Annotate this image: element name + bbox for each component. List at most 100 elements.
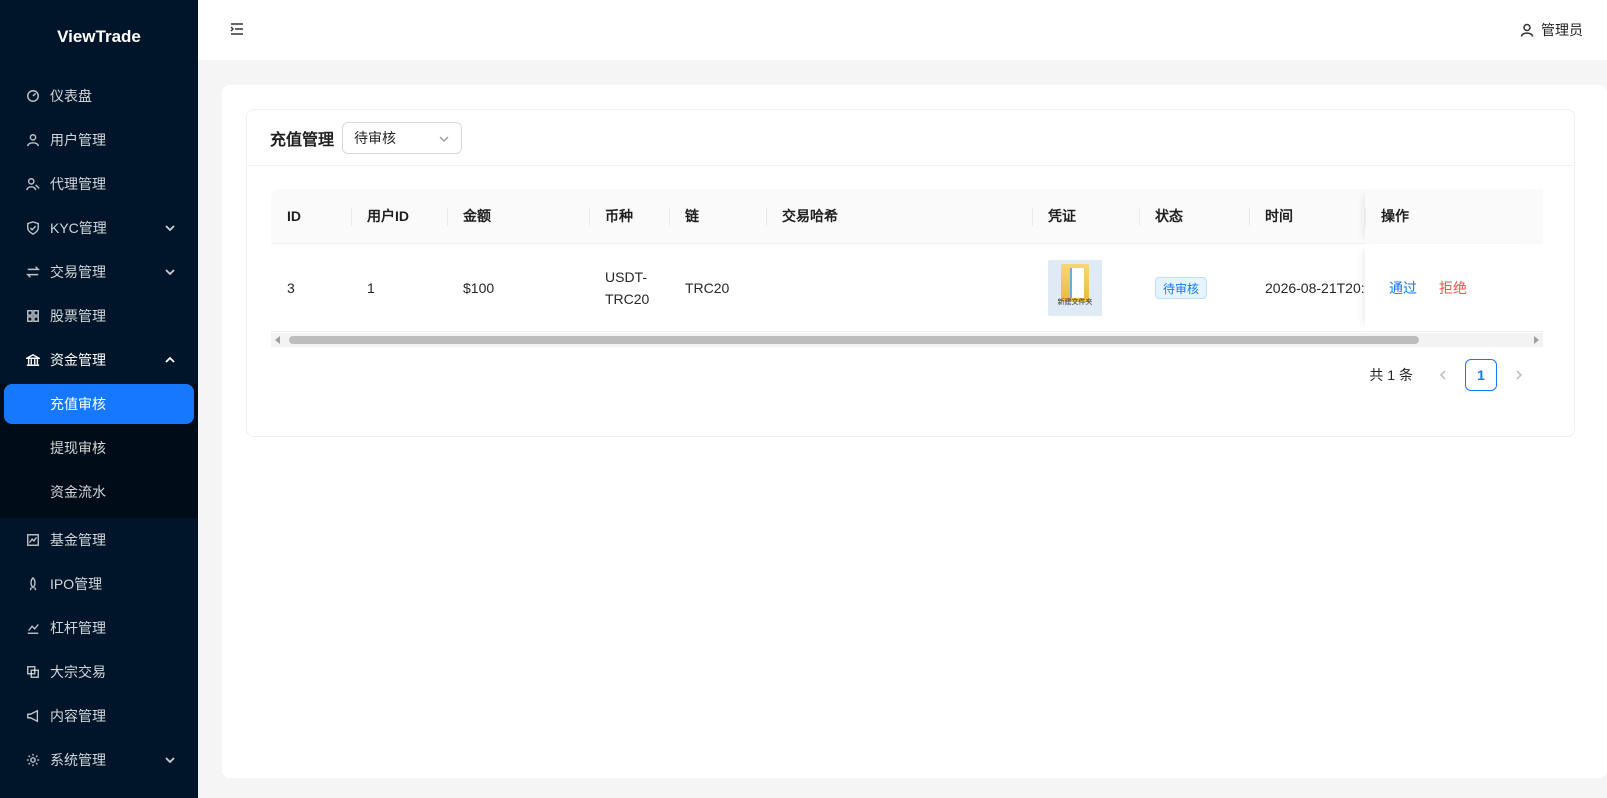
sidebar-item-fund-products[interactable]: 基金管理 [0,518,198,562]
card-header: 充值管理 待审核 [247,110,1574,166]
cell-voucher: 新建文件夹 [1032,259,1139,316]
menu-fold-icon[interactable] [230,22,244,36]
sidebar-item-funds[interactable]: 资金管理 [0,338,198,382]
sidebar-item-users[interactable]: 用户管理 [0,118,198,162]
sidebar-item-label: 代理管理 [50,176,106,192]
sidebar-item-label: 内容管理 [50,708,106,724]
page-title: 充值管理 [270,131,335,149]
top-header: 管理员 [198,0,1607,60]
currency-line: TRC20 [605,290,650,307]
sidebar-item-ipo[interactable]: IPO管理 [0,562,198,606]
horizontal-scrollbar[interactable] [271,333,1543,347]
column-header: 金额 [447,189,589,244]
sidebar-item-leverage[interactable]: 杠杆管理 [0,606,198,650]
column-header: 币种 [589,189,669,244]
sidebar-item-label: 大宗交易 [50,664,106,680]
cell-id: 3 [287,279,295,296]
prev-page-button[interactable] [1427,359,1459,391]
page-number-button[interactable]: 1 [1465,359,1497,391]
sidebar-item-label: 系统管理 [50,752,106,768]
sidebar-item-label: KYC管理 [50,220,107,236]
funds-submenu: 充值审核 提现审核 资金流水 [0,384,198,518]
sidebar-item-withdraw-review[interactable]: 提现审核 [0,426,198,470]
cell-user-id: 1 [367,279,375,296]
rocket-icon [25,576,41,592]
chevron-down-icon [164,221,176,233]
sidebar-item-block-trade[interactable]: 大宗交易 [0,650,198,694]
sidebar-item-content[interactable]: 内容管理 [0,694,198,738]
column-header: 时间 [1249,189,1371,244]
cell-chain: TRC20 [685,279,730,296]
user-name: 管理员 [1541,22,1583,38]
bank-icon [25,352,41,368]
sidebar-item-trading[interactable]: 交易管理 [0,250,198,294]
sidebar-item-label: 用户管理 [50,132,106,148]
swap-icon [25,264,41,280]
sidebar: ViewTrade 仪表盘 用户管理 代理管理 KYC管理 交易管理 股票管理 … [0,0,198,798]
table-header: ID 用户ID 金额 币种 链 交易哈希 凭证 状态 时间 操作 [271,188,1543,244]
scrollbar-thumb[interactable] [289,336,1419,344]
chevron-down-icon [164,265,176,277]
cell-amount: $100 [463,279,495,296]
chevron-down-icon [439,136,449,142]
sidebar-item-fund-flow[interactable]: 资金流水 [0,470,198,514]
next-page-button[interactable] [1503,359,1535,391]
dashboard-icon [25,88,41,104]
chevron-up-icon [164,353,176,365]
shield-icon [25,220,41,236]
column-header: 凭证 [1032,189,1139,244]
sidebar-item-label: 资金管理 [50,352,106,368]
voucher-caption: 新建文件夹 [1057,298,1093,306]
status-filter-select[interactable]: 待审核 [342,121,463,154]
cell-currency: USDT- TRC20 [589,266,669,310]
currency-line: USDT- [605,268,647,285]
gear-icon [25,752,41,768]
deposit-card: 充值管理 待审核 ID 用户ID 金额 币种 链 交易哈希 凭证 状态 时间 操… [246,109,1575,437]
status-badge: 待审核 [1155,276,1208,299]
approve-button[interactable]: 通过 [1389,277,1417,299]
sidebar-item-label: 杠杆管理 [50,620,106,636]
pagination: 共 1 条 1 [1369,359,1535,391]
chevron-left-icon [1439,370,1446,380]
user-menu[interactable]: 管理员 [1520,20,1583,40]
sidebar-item-label: 提现审核 [50,440,106,456]
megaphone-icon [25,708,41,724]
pagination-total: 共 1 条 [1369,367,1413,383]
sidebar-item-label: 充值审核 [50,396,106,412]
column-header: ID [287,207,301,224]
sidebar-item-deposit-review[interactable]: 充值审核 [4,384,194,424]
reject-button[interactable]: 拒绝 [1439,277,1467,299]
sidebar-item-stocks[interactable]: 股票管理 [0,294,198,338]
sidebar-item-kyc[interactable]: KYC管理 [0,206,198,250]
column-header: 链 [669,189,766,244]
grid-icon [25,308,41,324]
fund-chart-icon [25,532,41,548]
block-icon [25,664,41,680]
column-header: 用户ID [351,189,447,244]
brand-logo: ViewTrade [57,27,141,46]
deposit-table: ID 用户ID 金额 币种 链 交易哈希 凭证 状态 时间 操作 3 1 $10… [271,188,1543,347]
main-content: 充值管理 待审核 ID 用户ID 金额 币种 链 交易哈希 凭证 状态 时间 操… [222,85,1607,778]
column-header: 状态 [1139,189,1249,244]
cell-time: 2026-08-21T20:5 [1265,279,1371,296]
sidebar-item-dashboard[interactable]: 仪表盘 [0,74,198,118]
user-icon [1520,23,1534,37]
sidebar-item-agents[interactable]: 代理管理 [0,162,198,206]
line-chart-icon [25,620,41,636]
sidebar-item-system[interactable]: 系统管理 [0,738,198,782]
sidebar-item-label: 资金流水 [50,484,106,500]
cell-actions: 通过 拒绝 [1365,244,1543,331]
sidebar-item-label: IPO管理 [50,576,103,592]
sidebar-item-label: 交易管理 [50,264,106,280]
sidebar-item-label: 仪表盘 [50,88,92,104]
scroll-right-arrow-icon[interactable] [1534,336,1539,344]
column-header: 交易哈希 [766,189,1032,244]
user-icon [25,132,41,148]
chevron-right-icon [1516,370,1523,380]
column-header: 操作 [1365,188,1543,244]
table-row: 3 1 $100 USDT- TRC20 TRC20 新建文件夹 待审核 202… [271,244,1543,332]
scroll-left-arrow-icon[interactable] [275,336,280,344]
voucher-image[interactable]: 新建文件夹 [1048,259,1102,316]
chevron-down-icon [164,753,176,765]
sidebar-item-label: 股票管理 [50,308,106,324]
